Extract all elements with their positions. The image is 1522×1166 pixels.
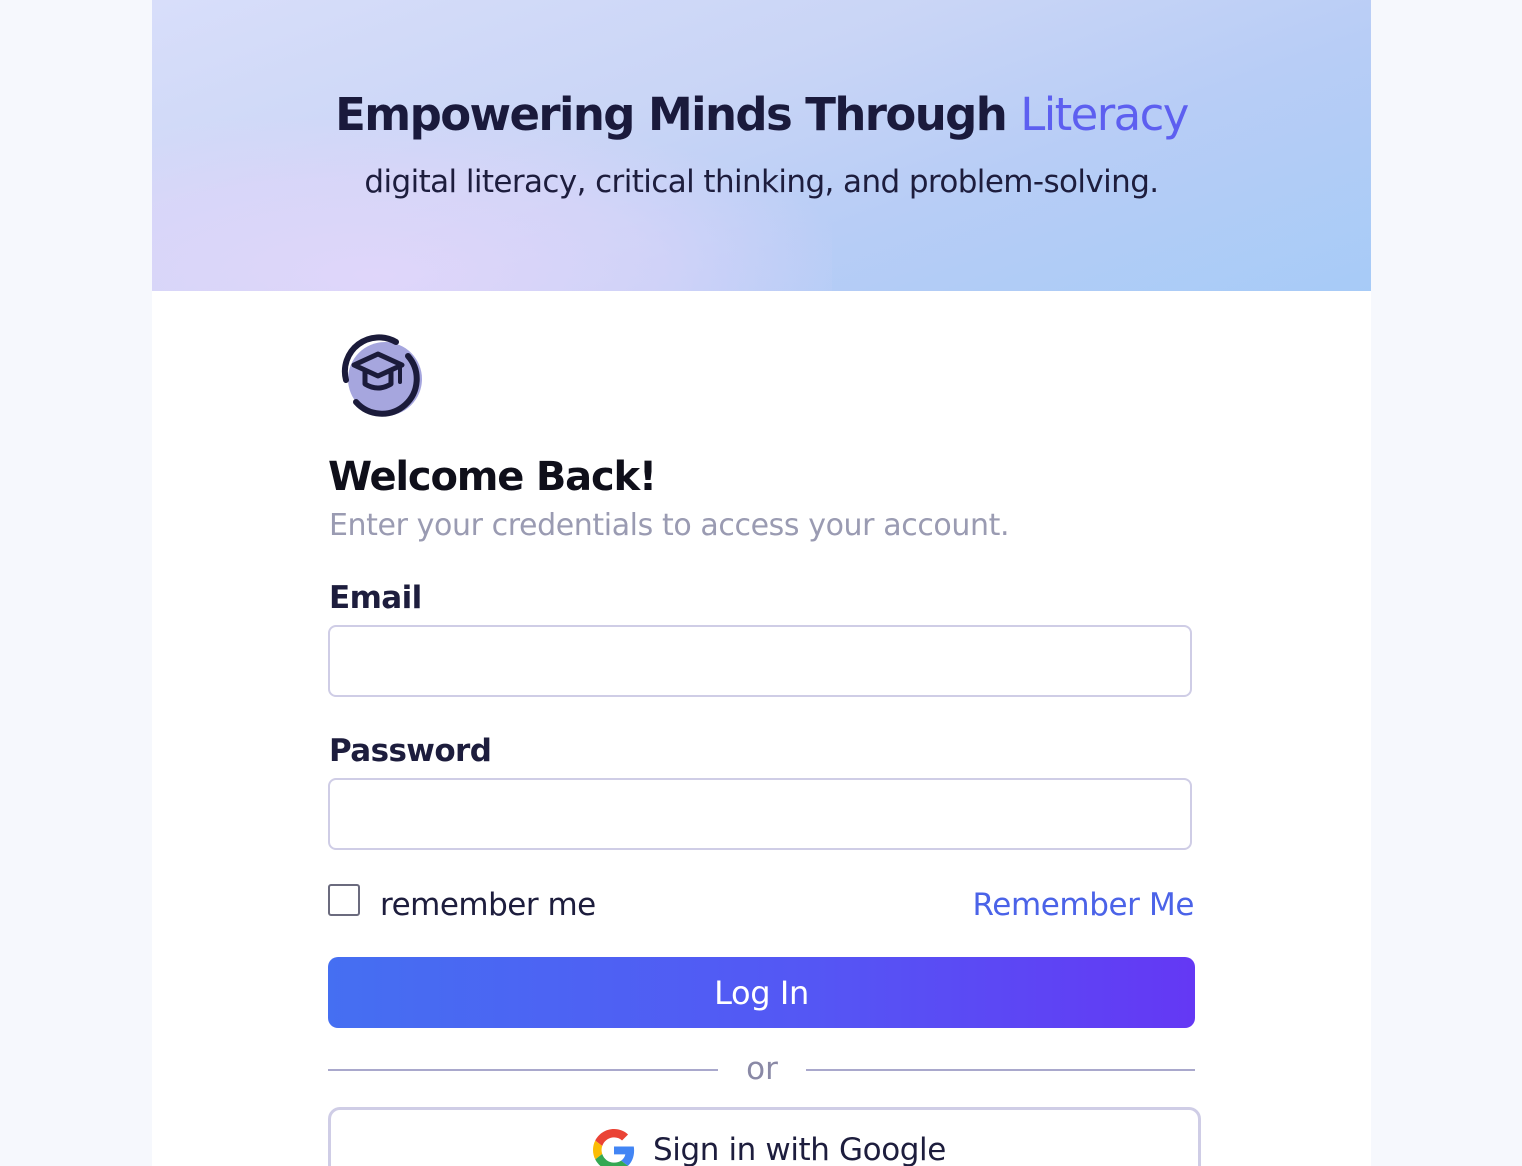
divider-line-right — [806, 1069, 1195, 1071]
remember-me-link[interactable]: Remember Me — [973, 887, 1195, 923]
hero-title-accent: Literacy — [1020, 88, 1189, 141]
hero-banner: Empowering Minds Through Literacy digita… — [152, 0, 1371, 291]
remember-me-checkbox[interactable] — [328, 884, 360, 916]
email-label: Email — [329, 580, 422, 616]
password-input[interactable] — [328, 778, 1192, 850]
divider-or-label: or — [746, 1051, 778, 1087]
password-label: Password — [329, 733, 492, 769]
hero-subtitle: digital literacy, critical thinking, and… — [364, 164, 1159, 200]
welcome-heading: Welcome Back! — [328, 454, 657, 500]
welcome-subheading: Enter your credentials to access your ac… — [329, 508, 1010, 543]
remember-me-label[interactable]: remember me — [380, 887, 596, 923]
divider-line-left — [328, 1069, 718, 1071]
login-card: Empowering Minds Through Literacy digita… — [152, 0, 1371, 1166]
hero-title: Empowering Minds Through Literacy — [152, 88, 1371, 141]
login-button[interactable]: Log In — [328, 957, 1195, 1028]
google-signin-button[interactable]: Sign in with Google — [328, 1107, 1201, 1166]
hero-title-main: Empowering Minds Through — [335, 88, 1021, 141]
google-signin-label: Sign in with Google — [653, 1132, 946, 1166]
google-icon — [593, 1129, 635, 1166]
email-input[interactable] — [328, 625, 1192, 697]
graduation-cap-logo-icon — [341, 334, 422, 417]
